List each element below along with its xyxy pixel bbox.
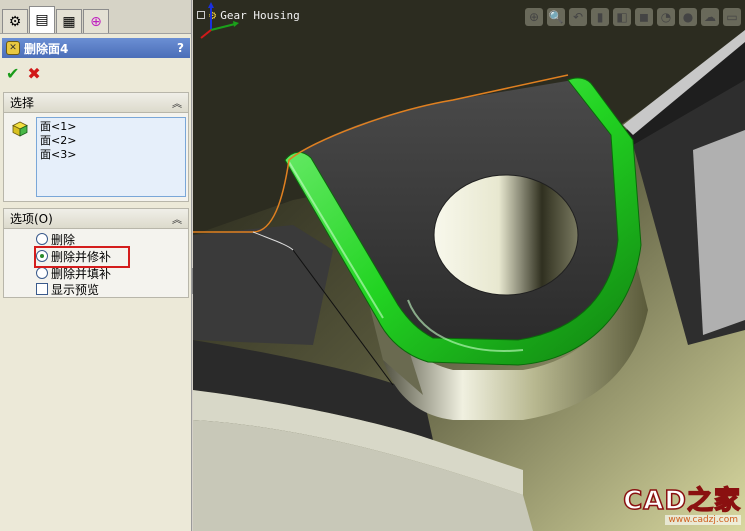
delete-radio[interactable]: [36, 233, 48, 245]
reference-triad-icon: [200, 2, 239, 39]
show-preview-label: 显示预览: [51, 282, 100, 297]
edit-appearance-icon[interactable]: ●: [679, 8, 697, 26]
feature-tree-icon: ⚙: [8, 13, 22, 30]
delete-and-fill-radio[interactable]: [36, 267, 48, 279]
manager-tabs: ⚙ ▤ ▦ ⊕: [0, 0, 191, 34]
show-preview-option[interactable]: 显示预览: [36, 281, 99, 297]
list-item[interactable]: 面<3>: [40, 148, 182, 162]
faces-selection-list[interactable]: 面<1> 面<2> 面<3>: [36, 117, 186, 197]
feature-manager-tab[interactable]: ⚙: [2, 9, 28, 33]
display-style-icon[interactable]: ◼: [635, 8, 653, 26]
selection-group-header[interactable]: 选择 ︽: [4, 93, 188, 113]
ok-cancel-bar: ✔ ✖: [6, 64, 41, 83]
list-item[interactable]: 面<2>: [40, 134, 182, 148]
cancel-button[interactable]: ✖: [27, 64, 40, 83]
dimxpert-manager-tab[interactable]: ⊕: [83, 9, 109, 33]
property-manager-tab[interactable]: ▤: [29, 6, 55, 33]
delete-label: 删除: [51, 232, 76, 247]
feature-title: 删除面4: [24, 41, 69, 56]
list-item[interactable]: 面<1>: [40, 120, 182, 134]
section-view-icon[interactable]: ▮: [591, 8, 609, 26]
options-group: 选项(O) ︽ 删除 删除并修补 删除并填补 显示预览: [3, 208, 189, 298]
heads-up-view-toolbar: ⊕ 🔍 ↶ ▮ ◧ ◼ ◔ ● ☁ ▭: [525, 8, 741, 26]
show-preview-checkbox[interactable]: [36, 283, 48, 295]
collapse-icon[interactable]: ︽: [172, 95, 182, 110]
configuration-icon: ▦: [62, 13, 76, 30]
zoom-area-icon[interactable]: 🔍: [547, 8, 565, 26]
selection-group: 选择 ︽ 面<1> 面<2> 面<3>: [3, 92, 189, 202]
view-orientation-icon[interactable]: ◧: [613, 8, 631, 26]
watermark-url: www.cadzj.com: [665, 515, 741, 525]
options-group-title: 选项(O): [10, 212, 53, 226]
property-manager-panel: ⚙ ▤ ▦ ⊕ ✕ 删除面4 ? ✔ ✖ 选择 ︽ 面<1> 面<2> 面<3>…: [0, 0, 192, 531]
configuration-manager-tab[interactable]: ▦: [56, 9, 82, 33]
collapse-icon[interactable]: ︽: [172, 211, 182, 226]
previous-view-icon[interactable]: ↶: [569, 8, 587, 26]
delete-option[interactable]: 删除: [36, 231, 75, 247]
ok-button[interactable]: ✔: [6, 64, 19, 83]
help-button[interactable]: ?: [177, 41, 184, 55]
graphics-viewport[interactable]: ⚙ Gear Housing ⊕ 🔍 ↶ ▮ ◧ ◼ ◔ ● ☁ ▭ CAD之家…: [193, 0, 745, 531]
face-selection-icon: [12, 121, 28, 137]
watermark-logo: CAD之家: [622, 486, 741, 516]
model-rendering: [193, 0, 745, 531]
options-group-header[interactable]: 选项(O) ︽: [4, 209, 188, 229]
delete-face-icon: ✕: [6, 41, 20, 55]
view-settings-icon[interactable]: ▭: [723, 8, 741, 26]
selection-group-title: 选择: [10, 96, 35, 110]
hide-show-items-icon[interactable]: ◔: [657, 8, 675, 26]
annotation-highlight-box: [34, 246, 130, 268]
site-watermark: CAD之家 www.cadzj.com: [622, 486, 741, 525]
apply-scene-icon[interactable]: ☁: [701, 8, 719, 26]
zoom-to-fit-icon[interactable]: ⊕: [525, 8, 543, 26]
dimxpert-icon: ⊕: [90, 13, 102, 30]
feature-title-bar: ✕ 删除面4 ?: [2, 38, 190, 58]
property-icon: ▤: [35, 12, 49, 28]
